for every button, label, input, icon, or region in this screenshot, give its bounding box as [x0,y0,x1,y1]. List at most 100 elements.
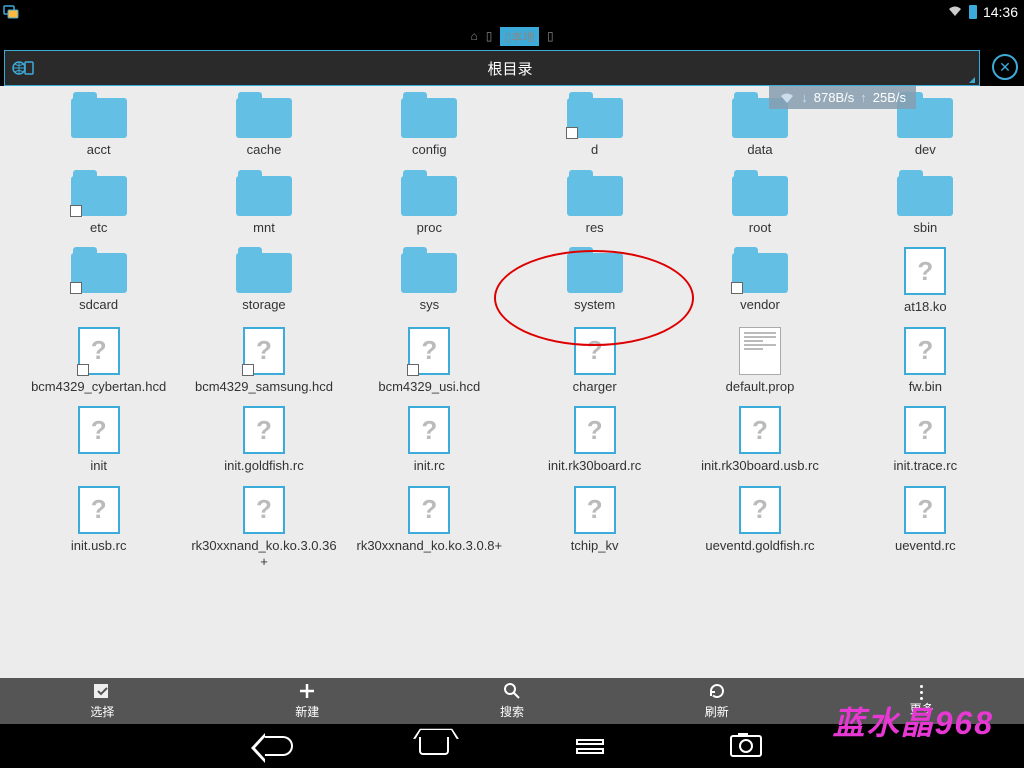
file-item[interactable]: ? bcm4329_cybertan.hcd [20,327,177,395]
folder-icon [732,247,788,293]
file-item[interactable]: acct [20,92,177,158]
file-label: data [747,142,772,158]
path-bar[interactable]: 根目录 [4,50,980,86]
nav-home-button[interactable] [416,732,452,760]
file-label: storage [242,297,285,313]
upload-speed: 25B/s [873,90,906,105]
file-grid-area: acctcacheconfigddatadevetcmntprocresroot… [0,86,1024,678]
file-item[interactable]: proc [351,170,508,236]
file-item[interactable]: ? rk30xxnand_ko.ko.3.0.8+ [351,486,508,569]
file-item[interactable]: ?bcm4329_samsung.hcd [185,327,342,395]
file-item[interactable]: sys [351,247,508,315]
file-item[interactable]: etc [20,170,177,236]
file-item[interactable]: ?ueventd.rc [847,486,1004,569]
unknown-file-icon: ? [739,406,781,454]
file-item[interactable]: root [681,170,838,236]
file-label: rk30xxnand_ko.ko.3.0.8+ [357,538,503,554]
file-label: root [749,220,771,236]
close-button[interactable]: ✕ [992,54,1018,80]
nav-recent-button[interactable] [572,732,608,760]
file-item[interactable]: ?init.goldfish.rc [185,406,342,474]
nav-back-button[interactable] [260,732,296,760]
unknown-file-icon: ? [243,486,285,534]
tab-sd-icon[interactable]: ▯ [486,29,493,43]
file-item[interactable]: ?init.usb.rc [20,486,177,569]
tab-home-icon[interactable]: ⌂ [470,29,477,43]
file-item[interactable]: sdcard [20,247,177,315]
dropdown-triangle-icon[interactable] [969,77,975,83]
folder-icon [236,247,292,293]
select-button[interactable]: 选择 [0,678,205,724]
unknown-file-icon: ? [408,327,450,375]
folder-icon [567,247,623,293]
unknown-file-icon: ? [243,327,285,375]
file-label: config [412,142,447,158]
file-item[interactable]: res [516,170,673,236]
unknown-file-icon: ? [78,406,120,454]
file-label: res [586,220,604,236]
folder-icon [401,247,457,293]
download-arrow-icon: ↓ [801,90,808,105]
globe-device-icon[interactable] [5,51,41,85]
file-item[interactable]: ? rk30xxnand_ko.ko.3.0.36+ [185,486,342,569]
folder-icon [401,170,457,216]
file-item[interactable]: default.prop [681,327,838,395]
file-item[interactable]: ?ueventd.goldfish.rc [681,486,838,569]
folder-icon [897,170,953,216]
upload-arrow-icon: ↑ [860,90,867,105]
file-item[interactable]: ?tchip_kv [516,486,673,569]
folder-icon [732,170,788,216]
wifi-icon [947,4,963,21]
text-file-icon [739,327,781,375]
unknown-file-icon: ? [904,327,946,375]
wifi-small-icon [779,92,795,104]
new-button[interactable]: 新建 [205,678,410,724]
file-label: fw.bin [909,379,942,395]
unknown-file-icon: ? [904,406,946,454]
file-item[interactable]: ?init.rc [351,406,508,474]
file-label: rk30xxnand_ko.ko.3.0.36+ [189,538,339,569]
file-item[interactable]: ?init [20,406,177,474]
file-item[interactable]: sbin [847,170,1004,236]
file-item[interactable]: ?init.rk30board.rc [516,406,673,474]
path-title: 根目录 [41,58,979,79]
file-label: init.rk30board.usb.rc [701,458,819,474]
file-item[interactable]: ? init.rk30board.usb.rc [681,406,838,474]
unknown-file-icon: ? [408,486,450,534]
file-label: ueventd.rc [895,538,956,554]
file-label: vendor [740,297,780,313]
file-item[interactable]: mnt [185,170,342,236]
status-bar: 14:36 [0,0,1024,24]
file-item[interactable]: storage [185,247,342,315]
search-button[interactable]: 搜索 [410,678,615,724]
unknown-file-icon: ? [904,247,946,295]
refresh-icon [708,682,726,703]
tab-sd2-icon[interactable]: ▯ [547,29,554,43]
tab-strip: ⌂ ▯ ▯本地 ▯ [0,24,1024,48]
file-item[interactable]: vendor [681,247,838,315]
file-item[interactable]: ? fw.bin [847,327,1004,395]
file-label: bcm4329_usi.hcd [378,379,480,395]
file-item[interactable]: system [516,247,673,315]
file-label: system [574,297,615,313]
file-item[interactable]: d [516,92,673,158]
file-item[interactable]: cache [185,92,342,158]
folder-icon [71,247,127,293]
plus-icon [298,682,316,703]
file-label: mnt [253,220,275,236]
tab-local[interactable]: ▯本地 [500,27,539,46]
nav-screenshot-button[interactable] [728,732,764,760]
watermark: 蓝水晶968 [833,698,994,744]
select-icon [92,682,112,703]
folder-icon [567,92,623,138]
file-item[interactable]: ? bcm4329_usi.hcd [351,327,508,395]
file-label: bcm4329_cybertan.hcd [31,379,166,395]
unknown-file-icon: ? [78,327,120,375]
refresh-button[interactable]: 刷新 [614,678,819,724]
file-label: d [591,142,598,158]
file-item[interactable]: ?charger [516,327,673,395]
file-item[interactable]: ?at18.ko [847,247,1004,315]
file-item[interactable]: ?init.trace.rc [847,406,1004,474]
file-item[interactable]: config [351,92,508,158]
file-label: etc [90,220,107,236]
